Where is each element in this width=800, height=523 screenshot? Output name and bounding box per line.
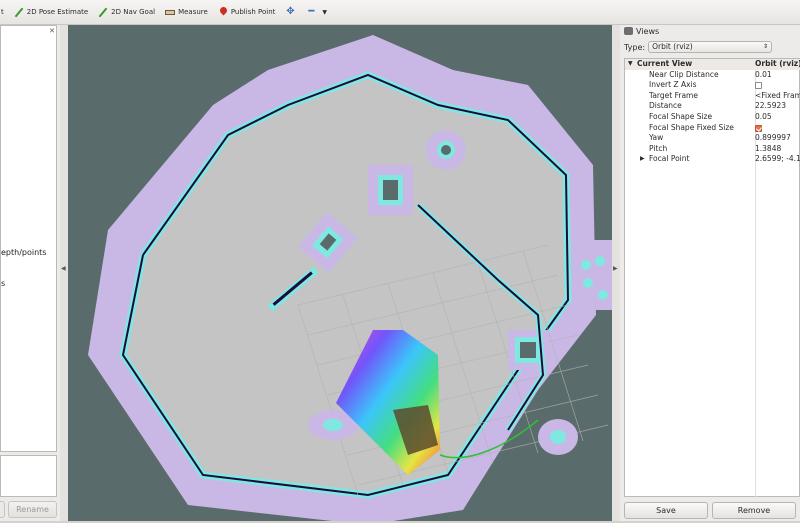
prop-row-yaw[interactable]: Yaw 0.899997 — [625, 133, 800, 144]
map-render — [88, 35, 612, 521]
prop-row-invert-z[interactable]: Invert Z Axis — [625, 80, 800, 91]
prop-name: Current View — [637, 59, 693, 68]
ruler-icon — [165, 10, 176, 15]
prop-row-target-frame[interactable]: Target Frame <Fixed Fram — [625, 91, 800, 102]
tool-remove-dropdown[interactable]: ━ ▼ — [304, 2, 331, 22]
properties-tree[interactable]: ▼ Current View Orbit (rviz) Near Clip Di… — [624, 58, 800, 498]
tool-measure[interactable]: Measure — [161, 2, 212, 22]
3d-viewport[interactable] — [68, 25, 612, 521]
tool-2d-pose-estimate[interactable]: 2D Pose Estimate — [10, 2, 92, 22]
display-topic-label: epth/points — [1, 248, 47, 257]
tool-2d-pose-estimate-label: 2D Pose Estimate — [26, 8, 89, 16]
prop-value[interactable]: 1.3848 — [755, 144, 800, 155]
prop-value[interactable] — [755, 80, 800, 91]
prop-value[interactable]: 22.5923 — [755, 101, 800, 112]
views-panel: Views Type: Orbit (rviz) ⇕ ▼ Current Vie… — [620, 25, 800, 521]
views-title: Views — [636, 26, 660, 36]
prop-value[interactable]: 0.899997 — [755, 133, 800, 144]
remove-display-button[interactable] — [0, 501, 5, 518]
collapse-right-icon: ▶ — [613, 265, 618, 272]
prop-name: Target Frame — [649, 90, 698, 100]
prop-name: Focal Point — [649, 154, 690, 164]
move-arrows-icon: ✥ — [286, 6, 295, 17]
remove-button[interactable]: Remove — [712, 502, 796, 519]
right-splitter[interactable]: ▶ — [612, 25, 620, 521]
left-splitter[interactable]: ◀ — [60, 25, 68, 521]
tool-move-camera[interactable]: ✥ — [281, 2, 302, 22]
tool-2d-nav-goal[interactable]: 2D Nav Goal — [94, 2, 159, 22]
collapse-left-icon: ◀ — [61, 265, 66, 272]
prop-value: Orbit (rviz) — [755, 59, 800, 68]
invert-z-checkbox[interactable] — [755, 82, 762, 90]
type-label: Type: — [624, 42, 646, 52]
tool-publish-point-label: Publish Point — [230, 8, 276, 16]
map-pin-icon — [218, 7, 228, 17]
fixed-size-checkbox[interactable] — [755, 124, 762, 132]
prop-value[interactable]: 0.01 — [755, 70, 800, 81]
prop-value[interactable]: 0.05 — [755, 112, 800, 123]
tool-measure-label: Measure — [178, 8, 208, 16]
chevron-down-icon: ▼ — [322, 8, 328, 16]
minus-icon: ━ — [308, 6, 315, 17]
toolbar: t 2D Pose Estimate 2D Nav Goal Measure P… — [0, 0, 800, 25]
prop-row-near-clip[interactable]: Near Clip Distance 0.01 — [625, 70, 800, 81]
prop-name: Invert Z Axis — [649, 80, 697, 90]
save-button[interactable]: Save — [624, 502, 708, 519]
prop-row-current-view[interactable]: ▼ Current View Orbit (rviz) — [625, 59, 800, 70]
type-select[interactable]: Orbit (rviz) ⇕ — [648, 41, 773, 53]
tool-publish-point[interactable]: Publish Point — [214, 2, 280, 22]
prop-name: Pitch — [649, 143, 668, 153]
prop-name: Near Clip Distance — [649, 69, 719, 79]
prop-value[interactable] — [755, 123, 800, 134]
prop-row-pitch[interactable]: Pitch 1.3848 — [625, 144, 800, 155]
display-item-label: s — [1, 279, 6, 288]
map-right-structures — [573, 240, 612, 310]
views-header: Views — [620, 25, 800, 37]
prop-name: Yaw — [649, 133, 664, 143]
prop-value[interactable]: 2.6599; -4.1 — [755, 154, 800, 165]
updown-icon: ⇕ — [763, 43, 769, 50]
prop-row-focal-point[interactable]: ▶ Focal Point 2.6599; -4.1 — [625, 154, 800, 165]
pose-estimate-icon — [14, 7, 24, 17]
prop-row-distance[interactable]: Distance 22.5923 — [625, 101, 800, 112]
prop-row-focal-shape-size[interactable]: Focal Shape Size 0.05 — [625, 112, 800, 123]
camera-icon — [624, 27, 633, 35]
rename-button[interactable]: Rename — [8, 501, 57, 518]
tool-interact[interactable]: t — [0, 2, 8, 22]
display-description — [0, 455, 57, 497]
displays-panel: ✕ epth/points s Rename — [0, 25, 60, 521]
prop-name: Focal Shape Size — [649, 112, 713, 121]
type-row: Type: Orbit (rviz) ⇕ — [624, 41, 773, 53]
nav-goal-icon — [98, 7, 108, 17]
prop-value[interactable]: <Fixed Fram — [755, 91, 800, 102]
type-select-value: Orbit (rviz) — [652, 42, 693, 51]
displays-tree[interactable]: ✕ epth/points s — [0, 25, 57, 452]
tool-2d-nav-goal-label: 2D Nav Goal — [111, 8, 156, 16]
close-icon[interactable]: ✕ — [48, 27, 56, 35]
prop-name: Focal Shape Fixed Size — [649, 122, 734, 132]
tool-interact-label: t — [1, 8, 4, 16]
prop-name: Distance — [649, 101, 682, 111]
prop-row-focal-shape-fixed[interactable]: Focal Shape Fixed Size — [625, 123, 800, 134]
